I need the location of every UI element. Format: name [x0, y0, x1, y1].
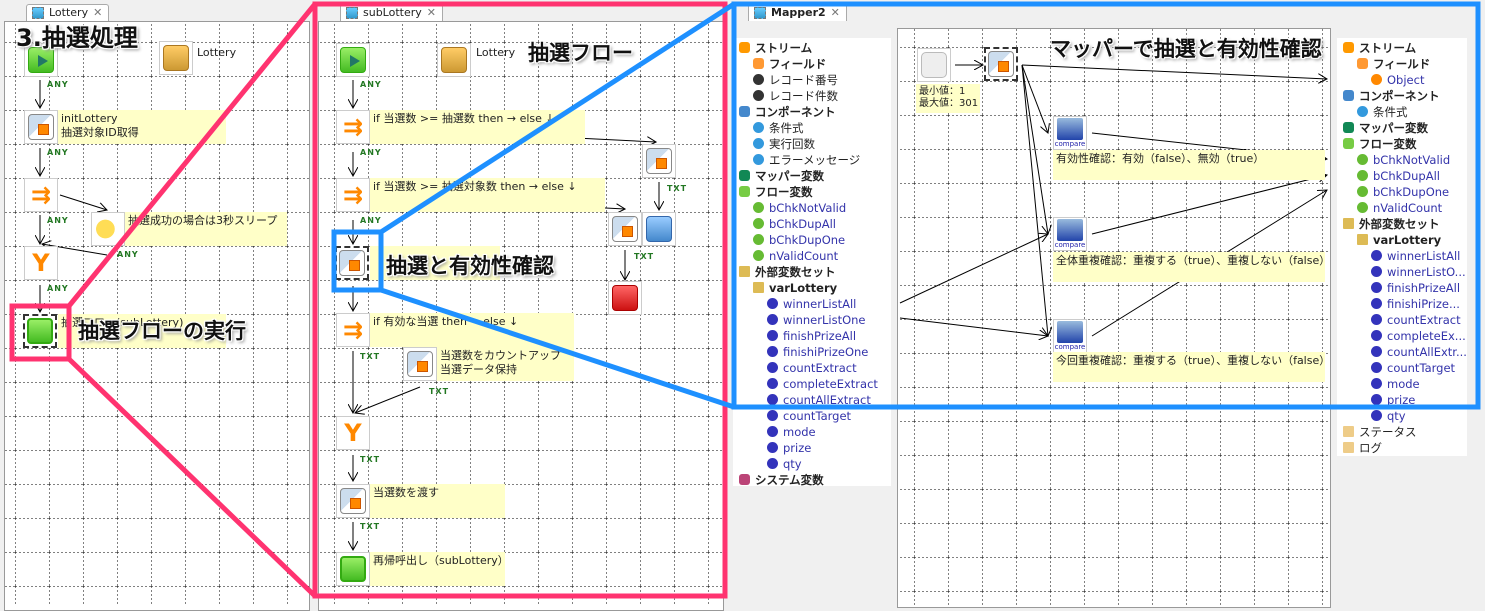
blue-highlight-box	[731, 1, 1481, 410]
callout-flow: 抽選フロー	[528, 41, 633, 65]
highlight-overlay	[9, 1, 1481, 599]
blue-highlight-box-small	[331, 229, 384, 293]
pink-link-line	[67, 357, 317, 598]
callout-mapper: 抽選と有効性確認	[386, 254, 554, 278]
blue-link-line	[380, 287, 735, 410]
callout-mapper-detail: マッパーで抽選と有効性確認	[1050, 37, 1322, 61]
section-heading: 3.抽選処理	[16, 24, 138, 52]
pink-highlight-box-small	[9, 303, 72, 362]
callout-exec: 抽選フローの実行	[78, 319, 246, 343]
pink-highlight-box	[312, 1, 728, 599]
